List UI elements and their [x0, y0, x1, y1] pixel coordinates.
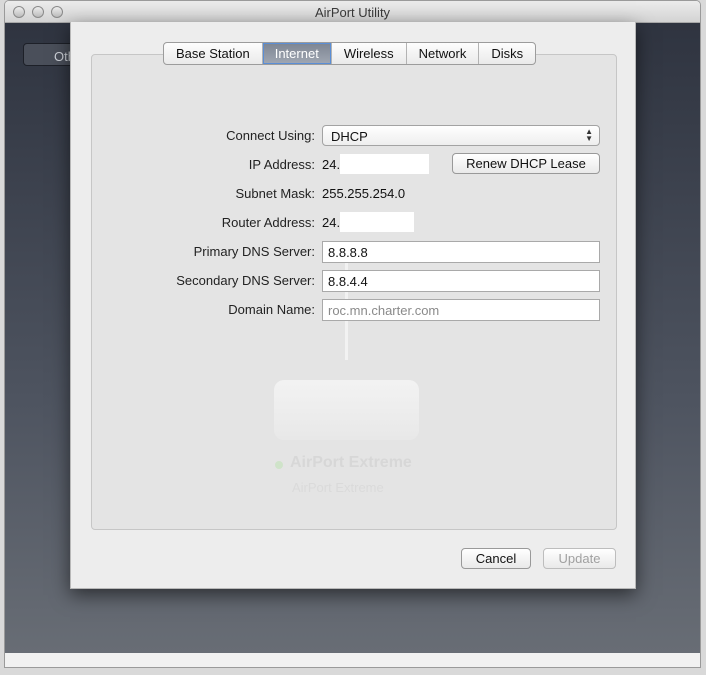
airport-extreme-device-image — [274, 380, 419, 440]
connect-using-label: Connect Using: — [226, 128, 315, 143]
subnet-mask-value: 255.255.254.0 — [322, 186, 406, 201]
subnet-mask-label: Subnet Mask: — [235, 186, 316, 201]
updown-arrows-icon: ▲ ▼ — [585, 127, 593, 143]
connect-using-value: DHCP — [331, 129, 368, 144]
domain-name-label: Domain Name: — [228, 302, 315, 317]
tab-disks[interactable]: Disks — [479, 43, 535, 64]
secondary-dns-label: Secondary DNS Server: — [176, 273, 315, 288]
primary-dns-label: Primary DNS Server: — [193, 244, 315, 259]
primary-dns-field[interactable]: 8.8.8.8 — [322, 241, 600, 263]
router-address-redaction — [340, 212, 414, 232]
device-subtitle: AirPort Extreme — [292, 480, 384, 495]
device-name: AirPort Extreme — [290, 454, 412, 471]
settings-panel: AirPort Extreme AirPort Extreme Connect … — [91, 54, 617, 530]
tab-wireless[interactable]: Wireless — [332, 43, 407, 64]
connect-using-select[interactable]: DHCP ▲ ▼ — [322, 125, 600, 146]
window-bottom-bar — [5, 653, 700, 667]
update-button[interactable]: Update — [543, 548, 616, 569]
tab-internet[interactable]: Internet — [262, 43, 332, 64]
settings-tab-bar: Base Station Internet Wireless Network D… — [163, 42, 537, 65]
router-address-label: Router Address: — [221, 215, 315, 230]
cancel-button[interactable]: Cancel — [461, 548, 531, 569]
title-bar: AirPort Utility — [5, 1, 700, 23]
router-address-value: 24. — [322, 215, 341, 230]
tab-base-station[interactable]: Base Station — [164, 43, 263, 64]
secondary-dns-field[interactable]: 8.8.4.4 — [322, 270, 600, 292]
base-station-settings-sheet: AirPort Extreme AirPort Extreme Connect … — [70, 22, 636, 589]
tab-network[interactable]: Network — [407, 43, 480, 64]
device-status-icon — [275, 461, 283, 469]
ip-address-label: IP Address: — [248, 157, 315, 172]
ip-address-redaction — [340, 154, 429, 174]
renew-dhcp-lease-button[interactable]: Renew DHCP Lease — [452, 153, 600, 174]
ip-address-value: 24. — [322, 157, 341, 172]
domain-name-field[interactable]: roc.mn.charter.com — [322, 299, 600, 321]
window-title: AirPort Utility — [314, 5, 391, 20]
